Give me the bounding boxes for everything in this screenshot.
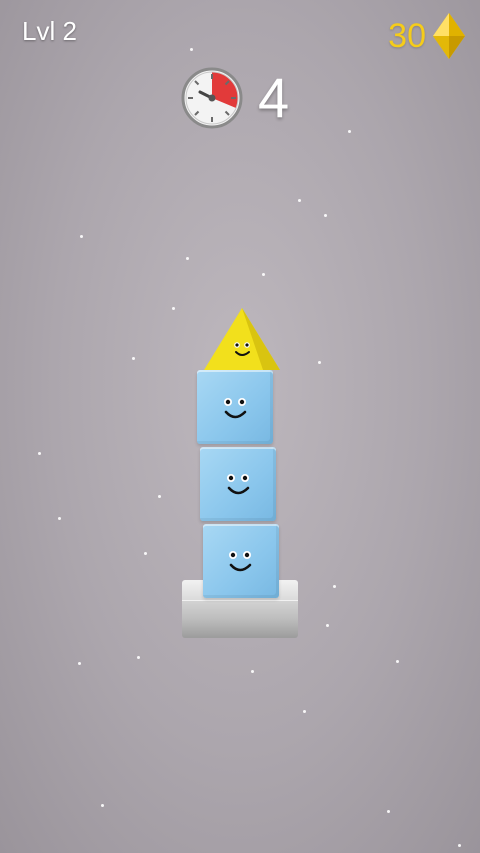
smiley-cube-block[interactable] [197, 370, 273, 444]
game-screen[interactable]: Lvl 2 30 4 [0, 0, 480, 853]
smiley-cube-block[interactable] [203, 524, 279, 598]
smiley-triangle-icon [204, 308, 280, 370]
smiley-face-icon [227, 474, 250, 495]
smiley-face-icon [229, 551, 252, 572]
smiley-face-icon [224, 398, 247, 419]
smiley-cube-block[interactable] [200, 447, 276, 521]
block-tower [0, 0, 480, 853]
smiley-triangle-block[interactable] [203, 307, 281, 371]
